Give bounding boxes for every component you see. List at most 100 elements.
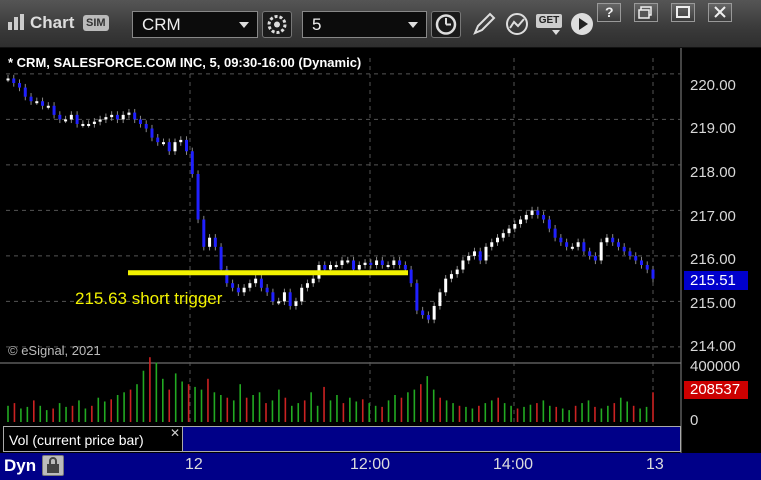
volume-bar — [594, 406, 596, 422]
volume-bar — [39, 405, 42, 422]
dynamic-mode-label[interactable]: Dyn — [4, 456, 36, 476]
candle-body — [553, 228, 557, 238]
symbol-dropdown[interactable]: CRM — [132, 11, 258, 38]
chart-panel[interactable]: * CRM, SALESFORCE.COM INC, 5, 09:30-16:0… — [0, 48, 761, 480]
volume-bar — [555, 406, 558, 422]
volume-bar — [652, 392, 654, 422]
candle-body — [455, 269, 459, 275]
volume-bar — [142, 370, 145, 422]
volume-bar — [639, 408, 641, 422]
volume-bar — [103, 401, 106, 422]
volume-study-label: Vol (current price bar) — [9, 432, 144, 448]
volume-bar — [465, 406, 467, 422]
toolbar: Chart SIM CRM 5 GET ? — [0, 0, 761, 48]
y-tick-label: 214.00 — [690, 338, 736, 355]
volume-bar — [291, 405, 293, 422]
volume-bar — [374, 405, 377, 422]
volume-bar — [194, 386, 196, 422]
candle-body — [254, 278, 258, 284]
candle-body — [639, 260, 643, 266]
volume-bar — [445, 400, 448, 422]
candle-body — [409, 269, 413, 284]
volume-bar — [632, 405, 635, 422]
candle-body — [98, 119, 102, 122]
candle-body — [236, 287, 240, 293]
candle-body — [392, 260, 396, 266]
candle-body — [346, 260, 350, 263]
candle-body — [138, 119, 142, 124]
candle-body — [467, 255, 471, 261]
volume-bar — [7, 405, 9, 422]
volume-bar — [355, 401, 358, 422]
volume-bar — [220, 395, 222, 422]
candle-body — [519, 219, 523, 225]
volume-bar — [13, 403, 16, 422]
volume-bar — [110, 399, 112, 422]
candle-body — [305, 283, 309, 288]
candle-body — [386, 265, 390, 268]
volume-bar — [471, 408, 474, 422]
volume-bar — [452, 403, 454, 422]
volume-bar — [574, 405, 577, 422]
y-tick-label: 220.00 — [690, 77, 736, 94]
study-icon[interactable] — [503, 11, 531, 38]
volume-bar — [368, 403, 370, 422]
candle-body — [294, 301, 298, 306]
candle-body — [87, 123, 91, 126]
volume-bar — [226, 397, 229, 422]
clock-icon — [435, 14, 457, 35]
volume-bar — [310, 392, 312, 422]
candle-body — [52, 105, 56, 115]
volume-bar — [45, 410, 48, 422]
volume-bar — [497, 397, 499, 422]
restore-button[interactable] — [634, 3, 658, 22]
candle-body — [167, 142, 171, 152]
candle-body — [265, 287, 269, 293]
chevron-down-icon — [239, 22, 249, 28]
play-icon[interactable] — [568, 11, 596, 38]
volume-bar — [478, 405, 480, 422]
maximize-button[interactable] — [671, 3, 695, 22]
volume-bar — [207, 378, 209, 422]
get-data-button[interactable]: GET — [536, 14, 562, 28]
interval-dropdown[interactable]: 5 — [302, 11, 427, 38]
price-chart-svg[interactable] — [0, 48, 761, 480]
volume-bar — [232, 400, 235, 422]
volume-bar — [645, 406, 648, 422]
help-button[interactable]: ? — [597, 3, 621, 22]
candle-body — [461, 260, 465, 270]
volume-bar — [484, 403, 487, 422]
current-price-tag: 215.51 — [684, 271, 748, 290]
volume-bar — [561, 408, 564, 422]
candle-body — [363, 262, 367, 266]
close-icon[interactable]: ✕ — [170, 426, 180, 440]
time-button[interactable] — [431, 11, 461, 38]
close-button[interactable] — [708, 3, 732, 22]
candle-body — [179, 139, 183, 143]
candle-body — [329, 265, 332, 270]
y-tick-label: 218.00 — [690, 164, 736, 181]
symbol-settings-button[interactable] — [262, 11, 292, 38]
volume-bar — [168, 389, 171, 422]
volume-bar — [316, 405, 319, 422]
volume-bar — [149, 357, 151, 422]
lock-icon[interactable] — [42, 455, 64, 476]
candle-body — [616, 242, 620, 247]
candle-body — [651, 269, 655, 279]
volume-bar — [432, 389, 435, 422]
chevron-down-icon — [408, 22, 418, 28]
candle-body — [605, 237, 609, 243]
volume-bar — [303, 400, 306, 422]
volume-bar — [284, 397, 287, 422]
volume-bar — [613, 403, 616, 422]
volume-bar — [542, 400, 545, 422]
candle-body — [121, 114, 125, 120]
candle-body — [559, 237, 563, 243]
candle-body — [357, 265, 361, 270]
volume-bar — [587, 400, 590, 422]
pencil-icon[interactable] — [470, 11, 498, 38]
candle-body — [415, 283, 419, 311]
candle-body — [208, 237, 212, 247]
candle-body — [375, 260, 379, 266]
candle-body — [271, 292, 275, 302]
